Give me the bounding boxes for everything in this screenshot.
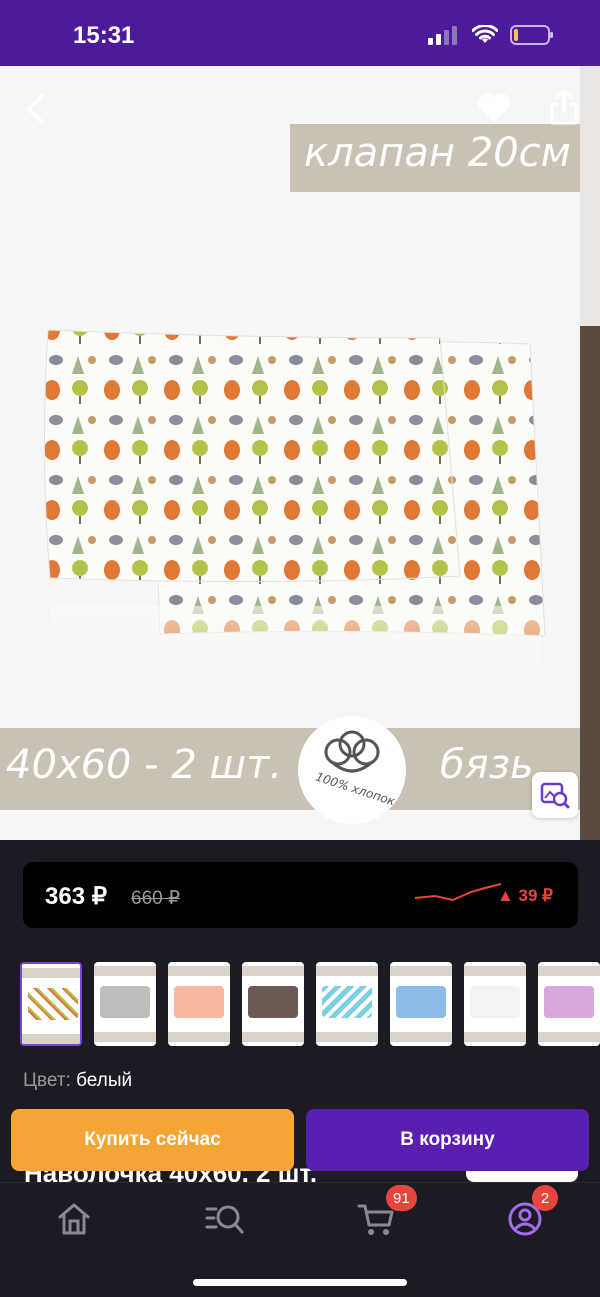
home-indicator (193, 1279, 407, 1286)
cart-badge: 91 (386, 1185, 417, 1211)
thumb-band (390, 966, 452, 976)
thumb-pillow (248, 986, 298, 1018)
thumb-pillow (28, 988, 78, 1020)
image-search-button[interactable] (532, 772, 578, 818)
back-icon[interactable] (22, 92, 52, 126)
favorite-heart-icon[interactable] (476, 90, 512, 124)
status-icons (428, 24, 554, 46)
old-price: 660 ₽ (131, 888, 181, 909)
thumb-band (316, 966, 378, 976)
thumb-pillow (100, 986, 150, 1018)
tab-bar: 91 2 (0, 1182, 600, 1297)
current-price: 363 ₽ (45, 883, 107, 910)
thumb-band (168, 1032, 230, 1042)
selected-color: Цвет: белый (23, 1070, 132, 1092)
color-thumb-brown[interactable] (242, 962, 304, 1046)
color-thumb-grey[interactable] (94, 962, 156, 1046)
thumb-band (538, 966, 600, 976)
thumb-band (464, 1032, 526, 1042)
profile-badge: 2 (532, 1185, 558, 1211)
buy-now-button[interactable]: Купить сейчас (11, 1109, 294, 1171)
home-icon[interactable] (54, 1199, 94, 1239)
flap-banner-text: клапан 20см (304, 130, 571, 176)
image-search-icon (540, 782, 570, 809)
price-card[interactable]: 363 ₽ 660 ₽ ▲ 39 ₽ (23, 862, 578, 928)
size-text: 40х60 - 2 шт. (6, 742, 283, 788)
color-thumb-peach[interactable] (168, 962, 230, 1046)
thumb-pillow (544, 986, 594, 1018)
thumb-pillow (470, 986, 520, 1018)
thumb-band (390, 1032, 452, 1042)
share-icon[interactable] (548, 88, 580, 126)
battery-icon (510, 25, 553, 45)
profile-tab[interactable]: 2 (506, 1185, 558, 1239)
status-bar: 15:31 (0, 0, 600, 66)
cotton-badge: 100% хлопок (298, 716, 406, 824)
thumb-band (242, 966, 304, 976)
color-thumb-white-print[interactable] (464, 962, 526, 1046)
catalog-search-icon[interactable] (204, 1199, 244, 1239)
flap-banner: клапан 20см (290, 124, 580, 192)
size-banner: 40х60 - 2 шт. бязь (0, 728, 580, 810)
thumb-band (538, 1032, 600, 1042)
fabric-text: бязь (440, 742, 534, 788)
thumb-pillow (322, 986, 372, 1018)
thumb-band (242, 1032, 304, 1042)
signal-icon (428, 26, 457, 45)
color-thumb-zigzag[interactable] (316, 962, 378, 1046)
thumb-pillow (396, 986, 446, 1018)
thumb-band (22, 968, 80, 978)
price-change: ▲ 39 ₽ (497, 886, 553, 905)
wifi-icon (472, 25, 498, 43)
thumb-pillow (174, 986, 224, 1018)
thumb-band (22, 1034, 80, 1044)
color-variants (20, 962, 600, 1046)
thumb-band (464, 966, 526, 976)
side-strip-top (580, 66, 600, 326)
thumb-band (94, 1032, 156, 1042)
thumb-band (316, 1032, 378, 1042)
price-trend-icon (414, 883, 502, 902)
add-to-cart-button[interactable]: В корзину (306, 1109, 589, 1171)
color-label: Цвет: (23, 1070, 71, 1091)
color-value: белый (76, 1070, 133, 1091)
product-image[interactable]: клапан 20см 40х60 - 2 шт. бязь 100% хлоп… (0, 66, 600, 840)
thumb-band (94, 966, 156, 976)
cart-tab[interactable]: 91 (356, 1185, 417, 1239)
color-thumb-forest-print[interactable] (20, 962, 82, 1046)
thumb-band (168, 966, 230, 976)
color-thumb-lilac[interactable] (538, 962, 600, 1046)
pillows-illustration (43, 329, 546, 716)
status-time: 15:31 (73, 22, 135, 49)
color-thumb-clouds[interactable] (390, 962, 452, 1046)
